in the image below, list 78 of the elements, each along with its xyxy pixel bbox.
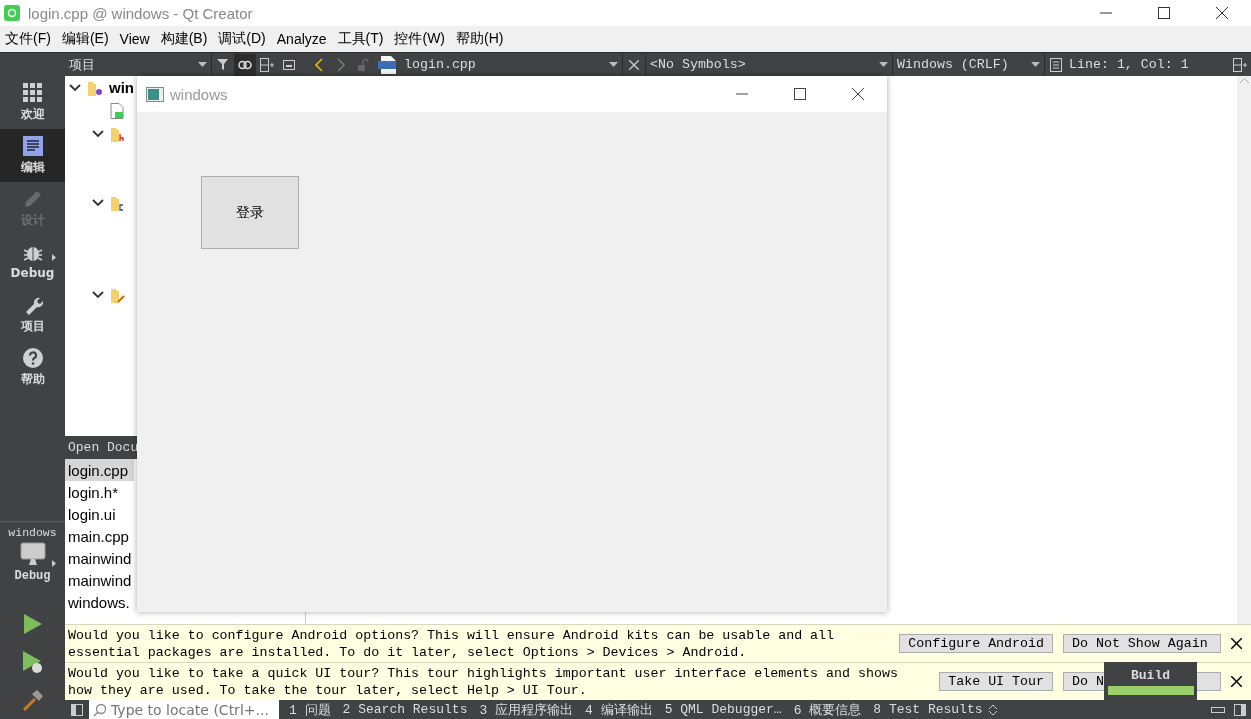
info-button[interactable]: Configure Android [899,634,1053,653]
file-icon [110,102,124,119]
maximize-icon[interactable] [794,88,806,100]
submenu-arrow-icon[interactable] [52,560,56,567]
submenu-arrow-icon[interactable] [52,254,56,261]
grid-icon [22,82,43,103]
menu-item[interactable]: View [116,31,158,47]
info-button[interactable]: Do Not Show Again [1063,634,1221,653]
cpp-file-icon [378,55,398,74]
monitor-icon[interactable] [19,542,46,566]
chevron-down-icon[interactable] [92,290,104,299]
link-icon[interactable] [234,53,256,76]
mode-button[interactable]: 项目 [0,288,65,341]
info-message: Would you like to take a quick UI tour? This tour highlights important user interface elements and shows how they are used. To take the tour later, select Help > UI Tour. [67,664,899,699]
cursor-position: Line: 1, Col: 1 [1068,57,1190,72]
folder-icon [110,286,126,303]
mode-button[interactable]: Debug [0,235,65,288]
menu-item[interactable]: 控件(W) [391,30,453,48]
mode-button[interactable]: 编辑 [0,129,65,182]
open-document-item[interactable]: mainwind [65,547,134,569]
open-document-item[interactable]: main.cpp [65,525,134,547]
info-button[interactable]: Take UI Tour [939,672,1053,691]
close-icon[interactable] [1216,7,1228,19]
menu-item[interactable]: 构建(B) [157,30,216,48]
app-logo-icon [4,5,20,21]
folder-icon [110,194,126,211]
window-title: login.cpp @ windows - Qt Creator [28,4,254,22]
mode-button[interactable]: 欢迎 [0,76,65,129]
open-document-item[interactable]: windows. [65,591,134,613]
build-config-label: Debug [14,569,51,583]
build-label: Build [1131,667,1170,683]
chevron-down-icon[interactable] [69,83,81,92]
hammer-icon[interactable] [21,689,44,711]
menu-item[interactable]: 编辑(E) [58,30,117,48]
kit-project-label: windows [8,526,57,539]
dropdown-caret-icon [1031,62,1040,67]
close-icon[interactable] [1230,638,1242,649]
menu-item[interactable]: 工具(T) [334,30,392,48]
debug-run-icon[interactable] [21,650,44,674]
dropdown-caret-icon [198,62,207,67]
project-name[interactable]: win [109,79,134,96]
login-button[interactable]: 登录 [201,176,299,249]
open-document-item[interactable]: login.h* [65,481,134,503]
chevron-down-icon[interactable] [92,198,104,207]
document-icon [22,135,43,156]
dropdown-caret-icon [609,62,618,67]
menu-item[interactable]: Analyze [273,31,335,47]
info-message: Would you like to configure Android options? This will ensure Android kits can be usable and all essential packages are installed. To do it later, select Options > Devices > Android. [67,626,836,661]
up-down-arrow-icon[interactable] [988,703,997,716]
close-icon[interactable] [852,88,864,100]
menu-item[interactable]: 帮助(H) [453,30,512,48]
output-pane-tab[interactable]: 1 问题 [283,700,337,719]
menu-item[interactable]: 文件(F) [2,30,59,48]
output-pane-tab[interactable]: 4 编译输出 [579,700,659,719]
scrollbar[interactable] [1237,76,1251,624]
menu-item[interactable]: 调试(D) [215,30,274,48]
output-pane-tab[interactable]: 3 应用程序输出 [473,700,580,719]
search-icon [93,702,107,717]
mode-button[interactable]: 帮助 [0,341,65,394]
output-pane-tab[interactable]: 8 Test Results [867,702,989,717]
pencil-icon [22,188,43,209]
locator-field[interactable]: Type to locate (Ctrl+... [89,700,279,719]
output-pane-tab[interactable]: 2 Search Results [336,702,474,717]
window-title: windows [170,85,229,103]
window-icon [146,86,164,102]
folder-icon [87,79,103,96]
open-document-item[interactable]: login.cpp [65,459,134,481]
open-document-item[interactable]: mainwind [65,569,134,591]
maximize-icon[interactable] [1158,7,1170,19]
dropdown-caret-icon [879,62,888,67]
output-pane-tab[interactable]: 6 概要信息 [787,700,868,719]
folder-icon [110,125,126,142]
open-document-item[interactable]: login.ui [65,503,134,525]
output-pane-tab[interactable]: 5 QML Debugger… [658,702,788,717]
chevron-down-icon[interactable] [92,129,104,138]
close-icon[interactable] [1230,676,1242,687]
help-icon [22,347,43,368]
run-icon[interactable] [22,613,43,635]
